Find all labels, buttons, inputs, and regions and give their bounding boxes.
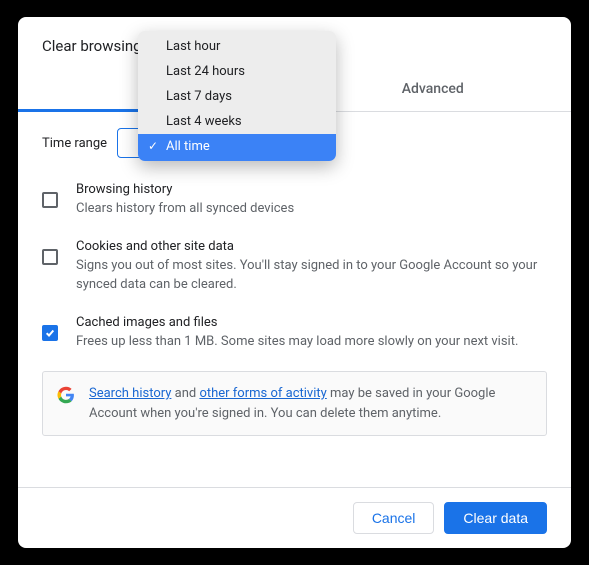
clear-browsing-data-dialog: Clear browsing data Basic Advanced Time … (18, 17, 571, 548)
item-title: Cached images and files (76, 315, 547, 330)
item-browsing-history: Browsing history Clears history from all… (42, 172, 547, 229)
check-icon (45, 328, 55, 338)
item-cache: Cached images and files Frees up less th… (42, 305, 547, 362)
dropdown-option[interactable]: Last hour (138, 31, 336, 59)
checkbox-cache[interactable] (42, 325, 58, 341)
checkbox-cookies[interactable] (42, 249, 58, 265)
google-logo-icon (57, 386, 75, 404)
cancel-button[interactable]: Cancel (353, 502, 435, 534)
other-activity-link[interactable]: other forms of activity (199, 386, 326, 401)
dropdown-option[interactable]: Last 24 hours (138, 59, 336, 84)
dropdown-option[interactable]: Last 7 days (138, 84, 336, 109)
item-desc: Signs you out of most sites. You'll stay… (76, 257, 547, 295)
google-account-info: Search history and other forms of activi… (42, 371, 547, 436)
time-range-dropdown: Last hour Last 24 hours Last 7 days Last… (138, 31, 336, 161)
dropdown-option-selected[interactable]: All time (138, 134, 336, 161)
dropdown-option[interactable]: Last 4 weeks (138, 109, 336, 134)
item-cookies: Cookies and other site data Signs you ou… (42, 229, 547, 305)
dialog-footer: Cancel Clear data (18, 487, 571, 548)
info-text: Search history and other forms of activi… (89, 384, 532, 423)
checkbox-browsing-history[interactable] (42, 192, 58, 208)
search-history-link[interactable]: Search history (89, 386, 171, 401)
item-desc: Clears history from all synced devices (76, 200, 547, 219)
item-desc: Frees up less than 1 MB. Some sites may … (76, 333, 547, 352)
item-title: Cookies and other site data (76, 239, 547, 254)
time-range-label: Time range (42, 136, 107, 151)
item-title: Browsing history (76, 182, 547, 197)
clear-items-list: Browsing history Clears history from all… (42, 172, 547, 361)
clear-data-button[interactable]: Clear data (444, 502, 547, 534)
